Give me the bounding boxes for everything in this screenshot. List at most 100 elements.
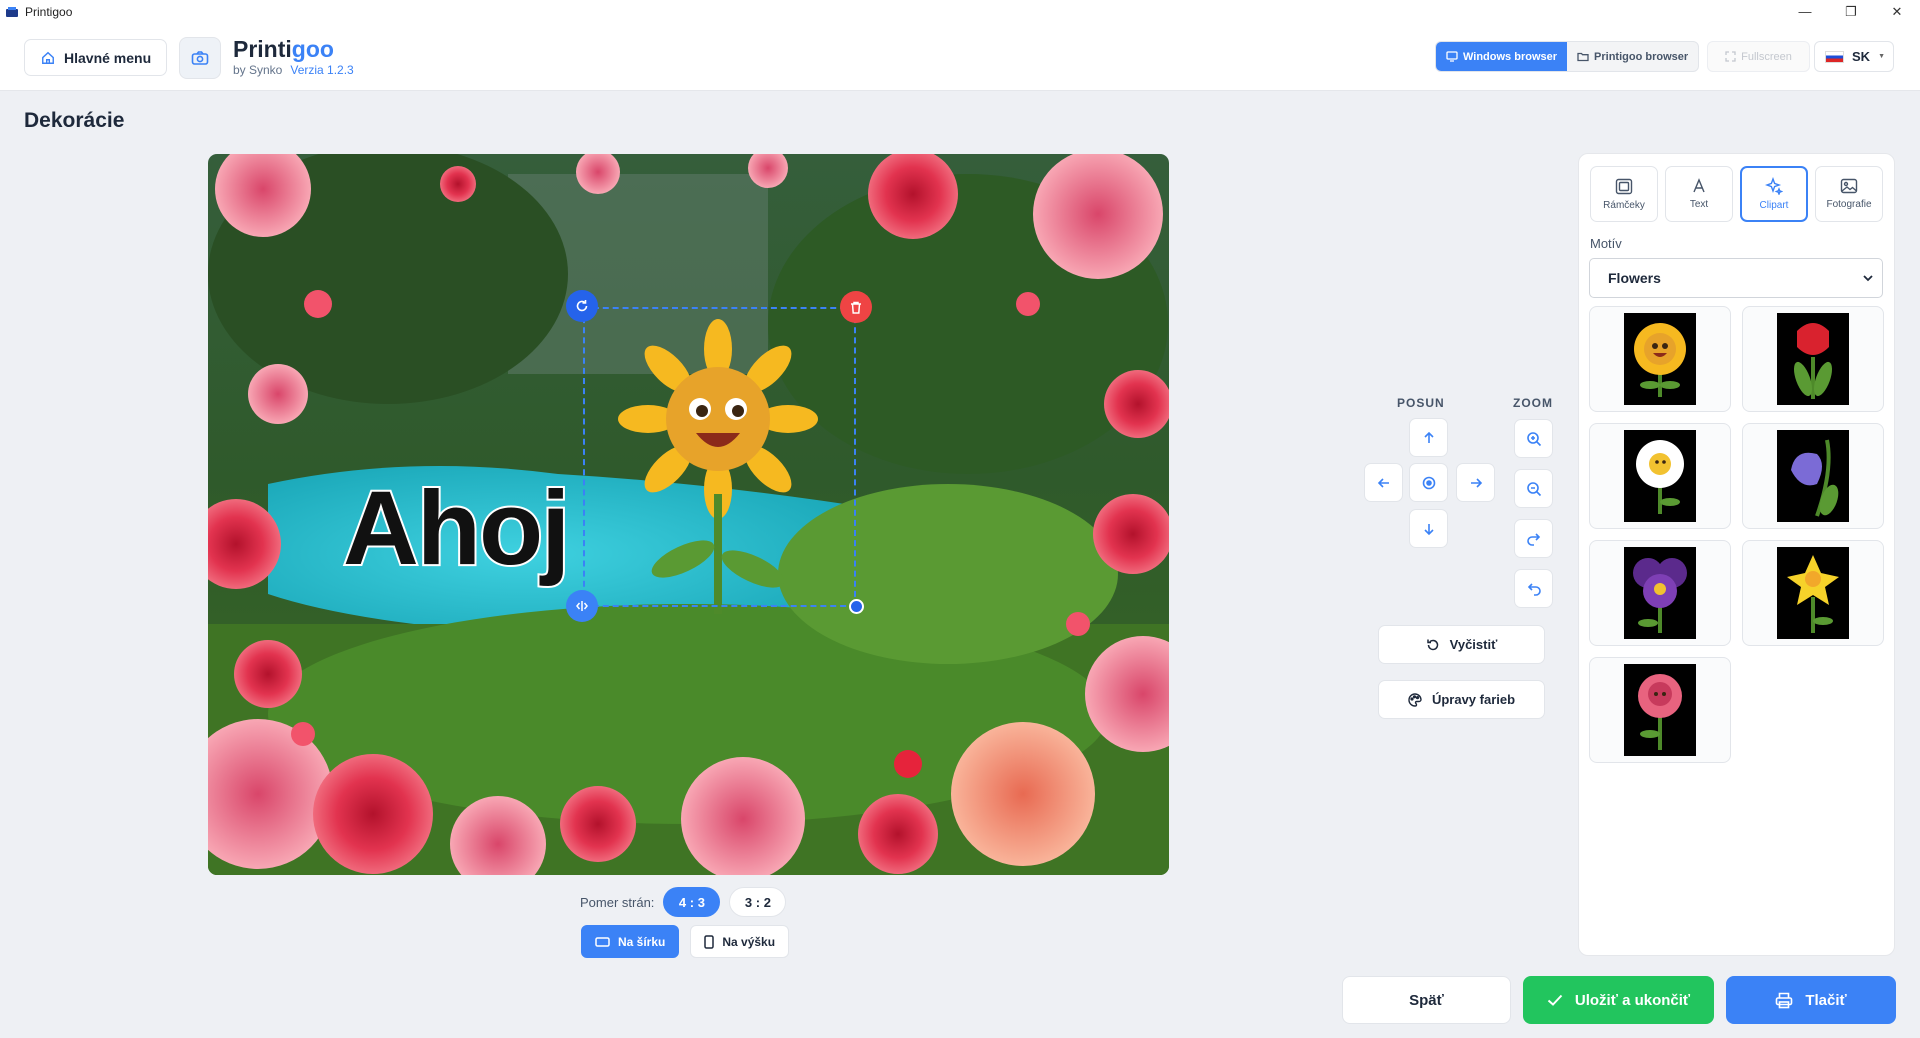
close-button[interactable]: ✕ <box>1874 0 1920 23</box>
folder-icon <box>1577 52 1589 62</box>
clipart-bluebell[interactable] <box>1742 423 1884 529</box>
arrow-right-icon <box>1470 477 1482 488</box>
clipart-rose[interactable] <box>1589 657 1731 763</box>
selection-box[interactable] <box>583 307 856 607</box>
print-label: Tlačiť <box>1805 991 1847 1009</box>
fullscreen-label: Fullscreen <box>1741 50 1792 63</box>
chevron-down-icon <box>1863 274 1873 281</box>
frame-icon <box>1615 178 1633 194</box>
reset-icon <box>1426 639 1438 650</box>
tulip-clipart-icon <box>1777 313 1849 405</box>
language-label: SK <box>1852 49 1871 64</box>
fullscreen-icon <box>1725 51 1736 62</box>
move-right-button[interactable] <box>1456 463 1495 502</box>
app-icon <box>6 6 18 17</box>
brand-by: by Synko <box>233 63 283 77</box>
print-button[interactable]: Tlačiť <box>1726 976 1896 1024</box>
editor-canvas[interactable]: Ahoj <box>208 154 1169 875</box>
move-down-button[interactable] <box>1409 509 1448 548</box>
tab-text[interactable]: Text <box>1665 166 1733 222</box>
portrait-button[interactable]: Na výšku <box>690 925 790 958</box>
daisy-clipart-icon <box>1624 430 1696 522</box>
rose-clipart-icon <box>1624 664 1696 756</box>
main-menu-button[interactable]: Hlavné menu <box>24 39 167 76</box>
zoom-out-button[interactable] <box>1514 469 1553 508</box>
back-button[interactable]: Späť <box>1342 976 1511 1024</box>
tab-frames[interactable]: Rámčeky <box>1590 166 1658 222</box>
resize-handle[interactable] <box>849 599 864 614</box>
move-left-button[interactable] <box>1364 463 1403 502</box>
chevron-down-icon: ▼ <box>1878 53 1885 60</box>
tab-clipart-label: Clipart <box>1759 200 1789 211</box>
color-adjust-button[interactable]: Úpravy farieb <box>1378 680 1545 719</box>
tab-clipart[interactable]: Clipart <box>1740 166 1808 222</box>
clipart-sunflower[interactable] <box>1589 306 1731 412</box>
printigoo-browser-label: Printigoo browser <box>1594 50 1689 63</box>
printer-icon <box>1776 992 1793 1008</box>
rotate-left-button[interactable] <box>1514 569 1553 608</box>
orientation-row: Na šírku Na výšku <box>581 925 790 958</box>
app-header: Hlavné menu Printigoo by Synko Verzia 1.2… <box>0 23 1920 91</box>
save-and-exit-label: Uložiť a ukončiť <box>1574 991 1691 1009</box>
flip-icon <box>576 601 588 611</box>
maximize-button[interactable]: ❐ <box>1828 0 1874 23</box>
text-element-ahoj[interactable]: Ahoj <box>341 474 572 583</box>
clipart-pansy[interactable] <box>1589 540 1731 646</box>
brand-name-main: Printi <box>233 36 292 62</box>
save-and-exit-button[interactable]: Uložiť a ukončiť <box>1523 976 1714 1024</box>
brand-name-accent: goo <box>291 36 334 62</box>
delete-handle[interactable] <box>840 291 872 323</box>
tab-photos[interactable]: Fotografie <box>1815 166 1883 222</box>
monitor-icon <box>1446 51 1458 62</box>
motiv-select[interactable]: Flowers <box>1589 258 1883 298</box>
undo-icon <box>1527 582 1541 596</box>
zoom-in-button[interactable] <box>1514 419 1553 458</box>
landscape-icon <box>595 936 610 947</box>
aspect-4-3-button[interactable]: 4 : 3 <box>663 887 721 917</box>
arrow-left-icon <box>1377 477 1389 488</box>
language-select[interactable]: SK ▼ <box>1814 41 1894 72</box>
target-icon <box>1422 476 1435 489</box>
clipart-tulip[interactable] <box>1742 306 1884 412</box>
landscape-label: Na šírku <box>618 934 666 949</box>
flip-handle[interactable] <box>566 590 598 622</box>
tab-frames-label: Rámčeky <box>1603 199 1645 211</box>
aspect-ratio-label: Pomer strán: <box>580 894 655 910</box>
arrow-up-icon <box>1423 431 1434 443</box>
zoom-out-icon <box>1526 481 1541 496</box>
clipart-daffodil[interactable] <box>1742 540 1884 646</box>
browser-switch: Windows browser Printigoo browser <box>1435 41 1700 72</box>
fullscreen-button[interactable]: Fullscreen <box>1707 41 1810 72</box>
text-icon <box>1693 178 1705 193</box>
clipart-daisy[interactable] <box>1589 423 1731 529</box>
trash-icon <box>851 301 861 314</box>
arrow-down-icon <box>1423 523 1434 535</box>
rotate-icon <box>576 300 588 312</box>
printigoo-browser-button[interactable]: Printigoo browser <box>1567 42 1698 71</box>
rotate-right-button[interactable] <box>1514 519 1553 558</box>
move-up-button[interactable] <box>1409 418 1448 457</box>
minimize-button[interactable]: — <box>1782 0 1828 23</box>
clear-button[interactable]: Vyčistiť <box>1378 625 1545 664</box>
slovak-flag-icon <box>1825 50 1844 63</box>
version-label: Verzia 1.2.3 <box>290 63 354 77</box>
brand-name: Printigoo <box>233 36 354 62</box>
redo-icon <box>1526 532 1540 546</box>
landscape-button[interactable]: Na šírku <box>581 925 680 958</box>
windows-browser-button[interactable]: Windows browser <box>1436 42 1568 71</box>
main-menu-label: Hlavné menu <box>64 49 152 66</box>
window-title: Printigoo <box>25 4 73 19</box>
decoration-panel: Rámčeky Text Clipart Fotografie Motív Fl… <box>1578 153 1895 956</box>
center-button[interactable] <box>1409 463 1448 502</box>
camera-icon <box>191 51 209 65</box>
rotate-handle[interactable] <box>566 290 598 322</box>
bluebell-clipart-icon <box>1777 430 1849 522</box>
palette-icon <box>1408 692 1422 707</box>
sparkles-icon <box>1765 177 1783 195</box>
daffodil-clipart-icon <box>1777 547 1849 639</box>
image-icon <box>1840 178 1858 194</box>
move-label: POSUN <box>1397 396 1445 410</box>
aspect-3-2-button[interactable]: 3 : 2 <box>729 887 787 917</box>
portrait-icon <box>704 934 715 949</box>
back-label: Späť <box>1409 991 1444 1009</box>
